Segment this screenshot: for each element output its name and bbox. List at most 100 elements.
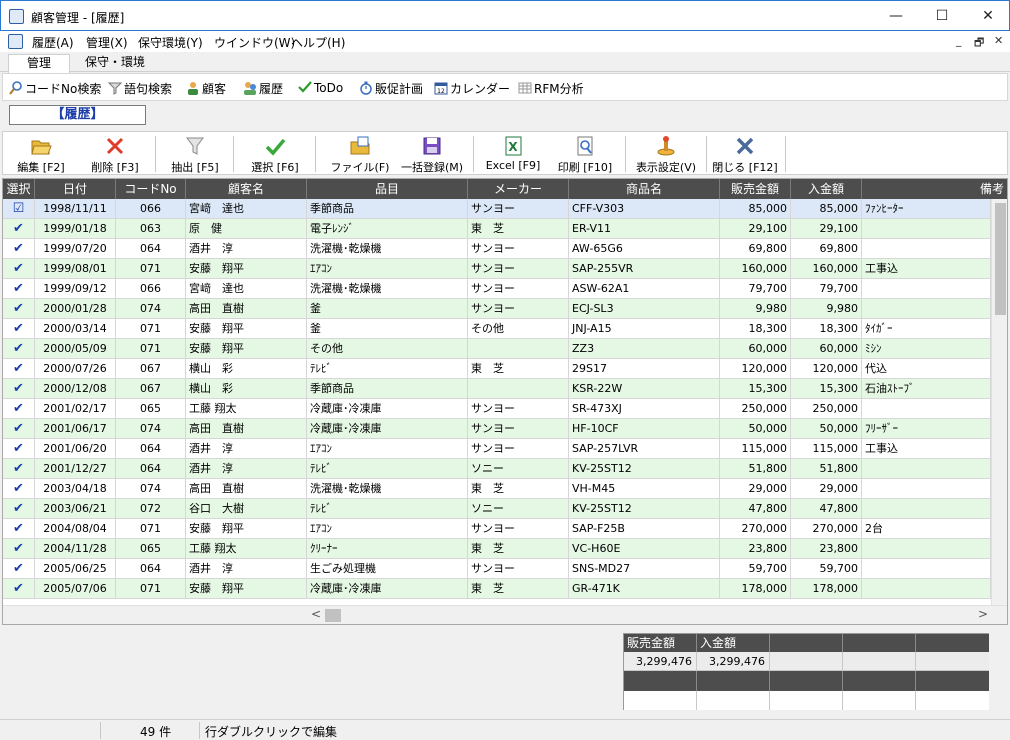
quick-history[interactable]: 履歴	[243, 80, 283, 97]
col-header-payment[interactable]: 入金額	[791, 179, 862, 199]
col-header-maker[interactable]: メーカー	[468, 179, 569, 199]
cell-date: 2004/11/28	[35, 539, 116, 559]
col-header-notes[interactable]: 備考	[862, 179, 1007, 199]
menu-help[interactable]: ヘルプ(H)	[291, 34, 345, 51]
menu-manage[interactable]: 管理(X)	[86, 34, 128, 51]
vertical-scroll-thumb[interactable]	[995, 203, 1006, 315]
table-row[interactable]: ✔ 2003/04/18 074 高田 直樹 洗濯機･乾燥機東 芝 VH-M45 29,00…	[3, 479, 991, 499]
table-row[interactable]: ✔ 2000/05/09 071 安藤 翔平 その他 ZZ3 60,000 60,000 ﾐｼﾝ	[3, 339, 991, 359]
menu-maintenance[interactable]: 保守環境(Y)	[138, 34, 203, 51]
mdi-minimize-button[interactable]: _	[956, 34, 962, 47]
cell-select[interactable]: ✔	[3, 299, 35, 319]
quick-promotion-plan-label: 販促計画	[375, 82, 424, 96]
cell-select[interactable]: ✔	[3, 499, 35, 519]
cell-select[interactable]: ✔	[3, 459, 35, 479]
grid-table-icon	[518, 82, 532, 94]
quick-rfm-analysis[interactable]: RFM分析	[518, 80, 584, 97]
table-row[interactable]: ✔ 2001/12/27 064 酒井 淳ﾃﾚﾋﾞ ソニー KV-25ST12 51,800…	[3, 459, 991, 479]
cell-select[interactable]: ✔	[3, 539, 35, 559]
cell-sales: 15,300	[720, 379, 791, 399]
quick-customer[interactable]: 顧客	[186, 80, 226, 97]
scroll-left-arrow[interactable]: <	[311, 607, 321, 621]
cell-select[interactable]: ✔	[3, 239, 35, 259]
cell-select[interactable]: ✔	[3, 319, 35, 339]
quick-calendar[interactable]: 12 カレンダー	[434, 80, 510, 97]
cell-select[interactable]: ✔	[3, 339, 35, 359]
cell-sales: 79,700	[720, 279, 791, 299]
col-header-customer[interactable]: 顧客名	[186, 179, 307, 199]
table-row[interactable]: ✔ 2000/03/14 071 安藤 翔平釜その他 JNJ-A15 18,300 18,3…	[3, 319, 991, 339]
bulk-register-button[interactable]: 一括登録(M)	[397, 132, 467, 175]
horizontal-scrollbar[interactable]: < >	[3, 605, 1007, 624]
display-settings-button[interactable]: 表示設定(V)	[629, 132, 703, 175]
mdi-app-icon[interactable]	[8, 34, 23, 49]
table-row[interactable]: ✔ 1999/07/20 064 酒井 淳洗濯機･乾燥機 サンヨー AW-65G6 69,8…	[3, 239, 991, 259]
close-button[interactable]: ✕	[965, 1, 1010, 31]
cell-select[interactable]: ✔	[3, 419, 35, 439]
quick-word-search[interactable]: 語句検索	[108, 80, 172, 97]
minimize-button[interactable]: —	[873, 1, 919, 31]
extract-button[interactable]: 抽出 [F5]	[163, 132, 227, 175]
cell-select[interactable]: ☑	[3, 199, 35, 219]
col-header-date[interactable]: 日付	[35, 179, 116, 199]
table-row[interactable]: ✔ 2000/12/08 067 横山 彩季節商品 KSR-22W 15,300 15,30…	[3, 379, 991, 399]
col-header-code[interactable]: コードNo	[116, 179, 186, 199]
quick-calendar-label: カレンダー	[450, 82, 511, 96]
maximize-button[interactable]: ☐	[919, 1, 965, 31]
select-button[interactable]: 選択 [F6]	[241, 132, 309, 175]
horizontal-scroll-thumb[interactable]	[325, 609, 341, 622]
table-row[interactable]: ✔ 2004/11/28 065 工藤 翔太 ｸﾘｰﾅｰ東 芝 VC-H60E 23,800…	[3, 539, 991, 559]
cell-select[interactable]: ✔	[3, 479, 35, 499]
cell-select[interactable]: ✔	[3, 559, 35, 579]
print-button[interactable]: 印刷 [F10]	[551, 132, 619, 175]
table-row[interactable]: ✔ 2005/07/06 071 安藤 翔平 冷蔵庫･冷凍庫東 芝 GR-471K 178,…	[3, 579, 991, 599]
col-header-item[interactable]: 品目	[307, 179, 468, 199]
tab-manage[interactable]: 管理	[8, 54, 70, 73]
menu-history[interactable]: 履歴(A)	[32, 34, 74, 51]
cell-select[interactable]: ✔	[3, 399, 35, 419]
cell-select[interactable]: ✔	[3, 259, 35, 279]
table-row[interactable]: ✔ 2001/06/20 064 酒井 淳ｴｱｺﾝ サンヨー SAP-257LVR 115,…	[3, 439, 991, 459]
close-screen-button[interactable]: 閉じる [F12]	[709, 132, 781, 175]
cell-select[interactable]: ✔	[3, 519, 35, 539]
table-row[interactable]: ✔ 2000/07/26 067 横山 彩ﾃﾚﾋﾞ東 芝 29S17 120,000 120…	[3, 359, 991, 379]
cell-select[interactable]: ✔	[3, 579, 35, 599]
cell-date: 2001/02/17	[35, 399, 116, 419]
file-button[interactable]: ファイル(F)	[325, 132, 395, 175]
scroll-right-arrow[interactable]: >	[978, 607, 988, 621]
col-header-select[interactable]: 選択	[3, 179, 35, 199]
table-row[interactable]: ✔ 1999/01/18 063 原 健電子ﾚﾝｼﾞ東 芝 ER-V11 29,100 29…	[3, 219, 991, 239]
table-row[interactable]: ✔ 1999/08/01 071 安藤 翔平 ｴｱｺﾝ サンヨー SAP-255VR 160,…	[3, 259, 991, 279]
table-row[interactable]: ✔ 2001/06/17 074 高田 直樹 冷蔵庫･冷凍庫 サンヨー HF-10CF 50,…	[3, 419, 991, 439]
delete-button[interactable]: 削除 [F3]	[79, 132, 151, 175]
table-row[interactable]: ☑ 1998/11/11 066 宮﨑 達也 季節商品 サンヨー CFF-V303 85,00…	[3, 199, 991, 219]
cell-select[interactable]: ✔	[3, 279, 35, 299]
cell-select[interactable]: ✔	[3, 359, 35, 379]
edit-button[interactable]: 編集 [F2]	[9, 132, 73, 175]
cell-select[interactable]: ✔	[3, 439, 35, 459]
mdi-close-button[interactable]: ✕	[994, 34, 1003, 47]
quick-code-search[interactable]: コードNo検索	[9, 80, 101, 97]
menu-window[interactable]: ウインドウ(W)	[214, 34, 295, 51]
col-header-sales[interactable]: 販売金額	[720, 179, 791, 199]
cell-code: 071	[116, 579, 186, 599]
table-row[interactable]: ✔ 2004/08/04 071 安藤 翔平 ｴｱｺﾝ サンヨー SAP-F25B 270,0…	[3, 519, 991, 539]
summary-header-empty	[770, 634, 843, 652]
excel-button[interactable]: X Excel [F9]	[479, 132, 547, 175]
table-row[interactable]: ✔ 2005/06/25 064 酒井 淳生ごみ処理機 サンヨー SNS-MD27 59,7…	[3, 559, 991, 579]
vertical-scrollbar[interactable]	[991, 199, 1007, 605]
cell-select[interactable]: ✔	[3, 219, 35, 239]
table-row[interactable]: ✔ 2001/02/17 065 工藤 翔太 冷蔵庫･冷凍庫 サンヨー SR-473XJ 25…	[3, 399, 991, 419]
summary-band	[916, 671, 989, 691]
cell-select[interactable]: ✔	[3, 379, 35, 399]
cell-product: ZZ3	[569, 339, 720, 359]
table-row[interactable]: ✔ 2000/01/28 074 高田 直樹釜サンヨー ECJ-SL3 9,980 9,98…	[3, 299, 991, 319]
tab-maintenance[interactable]: 保守・環境	[80, 54, 150, 72]
mdi-restore-button[interactable]: 🗗	[974, 34, 984, 53]
quick-todo[interactable]: ToDo	[298, 80, 343, 95]
table-row[interactable]: ✔ 2003/06/21 072 谷口 大樹 ﾃﾚﾋﾞ ソニー KV-25ST12 47,80…	[3, 499, 991, 519]
history-grid[interactable]: 選択 日付 コードNo 顧客名 品目 メーカー 商品名 販売金額 入金額 備考 …	[2, 178, 1008, 625]
table-row[interactable]: ✔ 1999/09/12 066 宮﨑 達也 洗濯機･乾燥機 サンヨー ASW-62A1 79…	[3, 279, 991, 299]
quick-promotion-plan[interactable]: 販促計画	[359, 80, 423, 97]
col-header-product[interactable]: 商品名	[569, 179, 720, 199]
